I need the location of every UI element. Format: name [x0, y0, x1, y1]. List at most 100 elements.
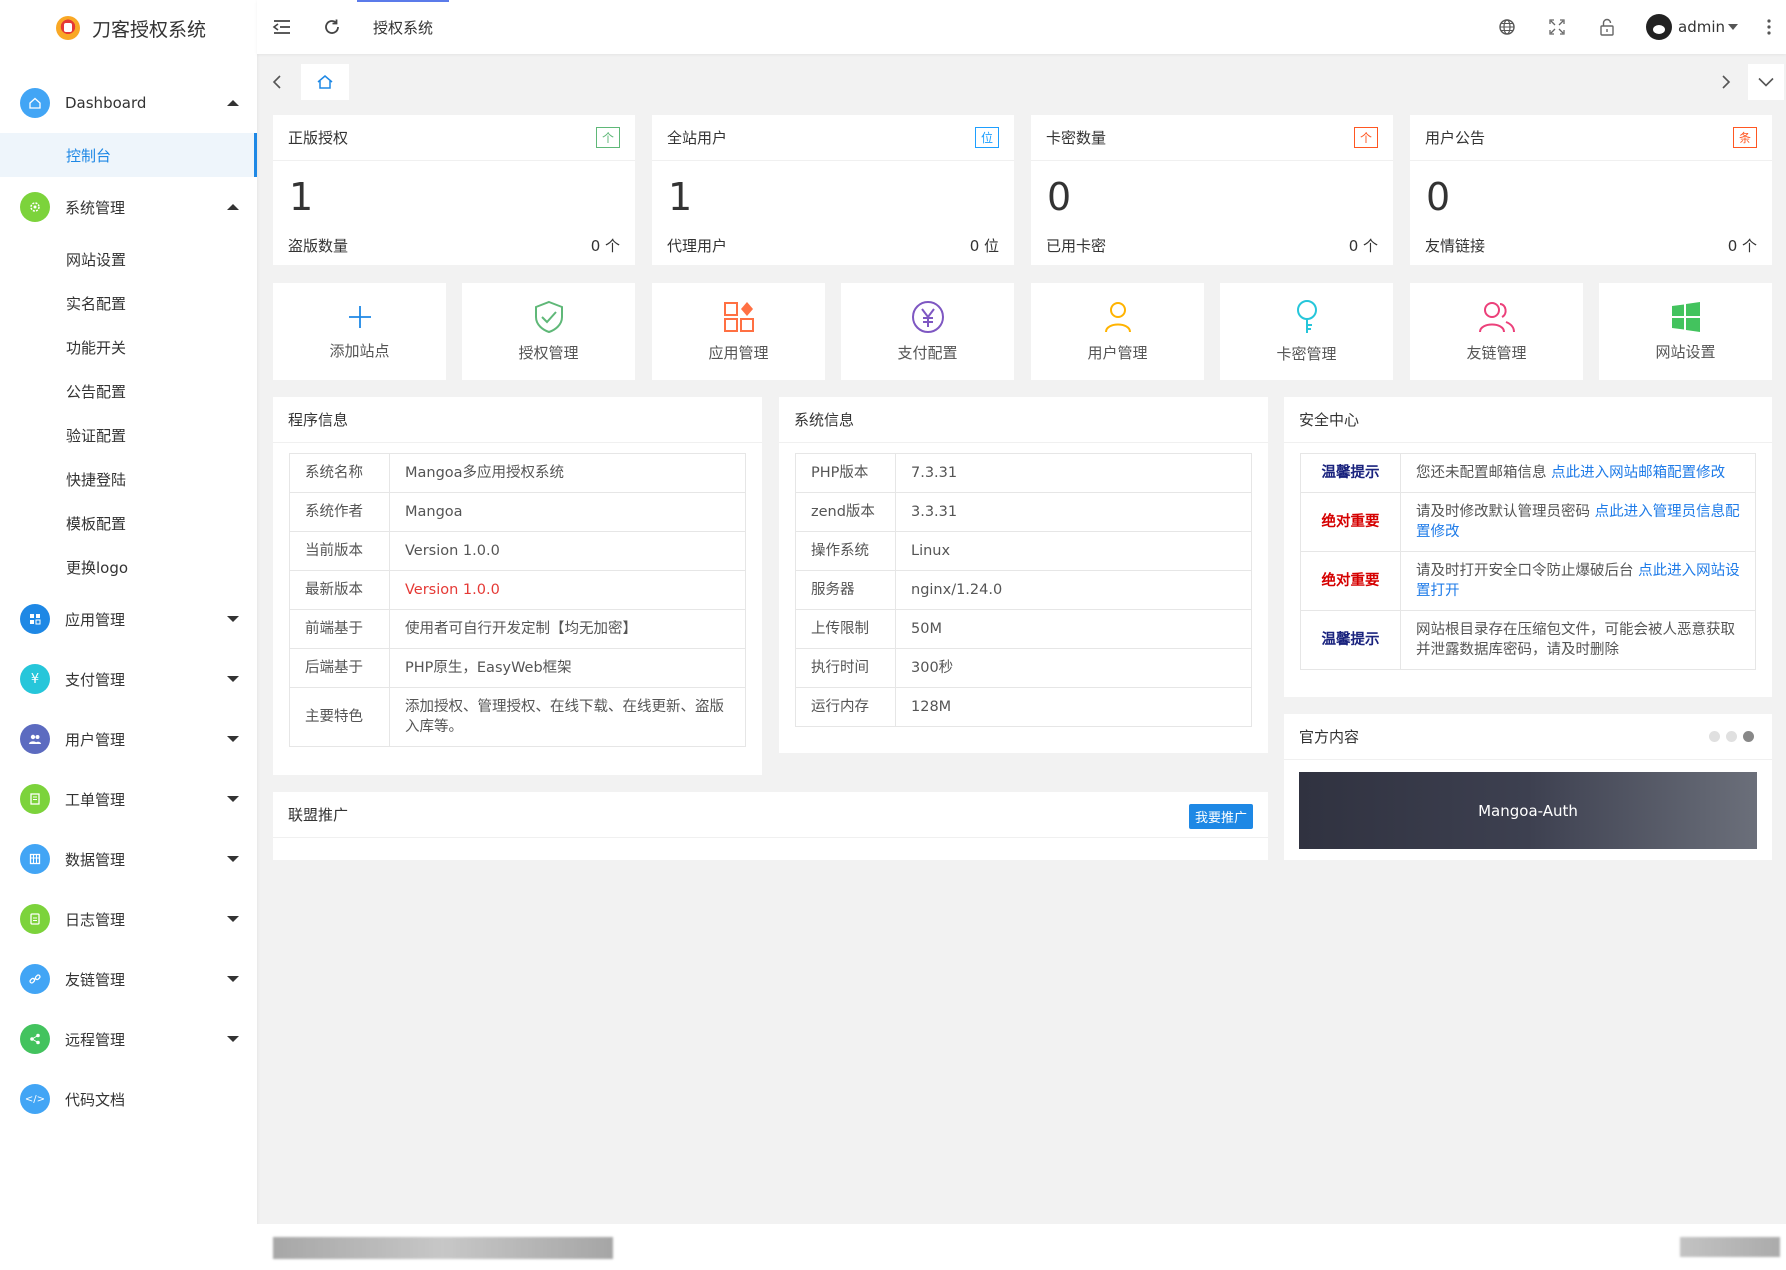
chevron-down-icon — [227, 796, 239, 802]
table-row: PHP版本 7.3.31 — [795, 453, 1252, 493]
stat-foot-label: 代理用户 — [667, 237, 728, 255]
link-icon — [20, 964, 50, 994]
row-key: 最新版本 — [289, 570, 390, 610]
quick-link-manage[interactable]: 友链管理 — [1410, 283, 1583, 380]
sidebar-subitem[interactable]: 实名配置 — [0, 281, 257, 325]
row-key: 服务器 — [795, 570, 896, 610]
stat-card-users: 全站用户 位 1 代理用户 0 位 — [652, 115, 1014, 265]
sidebar-item-data[interactable]: 数据管理 — [0, 829, 257, 889]
quick-payment-config[interactable]: 支付配置 — [841, 283, 1014, 380]
sidebar-subitem[interactable]: 功能开关 — [0, 325, 257, 369]
carousel-indicators — [1709, 731, 1754, 742]
user-menu[interactable]: admin — [1632, 14, 1752, 40]
sidebar-subitem[interactable]: 网站设置 — [0, 237, 257, 281]
carousel-dot[interactable] — [1709, 731, 1720, 742]
stat-title: 全站用户 — [667, 129, 728, 147]
sidebar-item-remote[interactable]: 远程管理 — [0, 1009, 257, 1069]
stat-value: 1 — [289, 175, 314, 219]
sidebar-item-docs[interactable]: </> 代码文档 — [0, 1069, 257, 1129]
row-key: 当前版本 — [289, 531, 390, 571]
tabs-scroll-right-icon[interactable] — [1706, 54, 1746, 109]
sidebar-item-system[interactable]: 系统管理 — [0, 177, 257, 237]
lock-icon[interactable] — [1582, 0, 1632, 54]
apps-icon — [723, 302, 754, 332]
quick-license-manage[interactable]: 授权管理 — [462, 283, 635, 380]
sidebar-subitem[interactable]: 更换logo — [0, 545, 257, 589]
stat-foot-value: 0 个 — [1348, 237, 1378, 255]
sidebar-item-users[interactable]: 用户管理 — [0, 709, 257, 769]
stat-title: 卡密数量 — [1046, 129, 1107, 147]
row-value: 添加授权、管理授权、在线下载、在线更新、盗版入库等。 — [389, 687, 746, 747]
more-vertical-icon[interactable] — [1752, 0, 1786, 54]
chevron-down-icon — [227, 1036, 239, 1042]
quick-label: 应用管理 — [708, 344, 769, 362]
quick-card-manage[interactable]: 卡密管理 — [1220, 283, 1393, 380]
tab-home[interactable] — [301, 63, 349, 100]
carousel-dot-active[interactable] — [1743, 731, 1754, 742]
sidebar-subitem[interactable]: 公告配置 — [0, 369, 257, 413]
table-row: 系统作者 Mangoa — [289, 492, 746, 532]
windows-icon — [1671, 302, 1700, 332]
shield-check-icon — [534, 300, 563, 334]
stat-value: 1 — [668, 175, 693, 219]
avatar — [1646, 14, 1672, 40]
quick-site-settings[interactable]: 网站设置 — [1599, 283, 1772, 380]
panel-title: 官方内容 — [1284, 714, 1772, 760]
security-center-panel: 安全中心 温馨提示 您还未配置邮箱信息 点此进入网站邮箱配置修改 绝对重要 请及时修… — [1284, 397, 1772, 697]
tab-current-page[interactable]: 授权系统 — [357, 0, 450, 54]
footer — [257, 1224, 1786, 1270]
sidebar-subitem-console[interactable]: 控制台 — [0, 133, 257, 177]
row-key: 运行内存 — [795, 687, 896, 727]
sidebar-subitem[interactable]: 模板配置 — [0, 501, 257, 545]
sidebar-subitem[interactable]: 验证配置 — [0, 413, 257, 457]
quick-user-manage[interactable]: 用户管理 — [1031, 283, 1204, 380]
sidebar-subitem[interactable]: 快捷登陆 — [0, 457, 257, 501]
refresh-icon[interactable] — [307, 0, 357, 54]
carousel-banner[interactable]: Mangoa-Auth — [1299, 772, 1757, 849]
stat-card-cards: 卡密数量 个 0 已用卡密 0 个 — [1031, 115, 1393, 265]
stat-badge: 位 — [974, 127, 999, 148]
app-logo[interactable]: 刀客授权系统 — [0, 0, 257, 56]
sidebar-item-tickets[interactable]: 工单管理 — [0, 769, 257, 829]
database-icon — [20, 844, 50, 874]
user-icon — [1104, 302, 1131, 333]
row-key: 主要特色 — [289, 687, 390, 747]
stat-foot-label: 友情链接 — [1425, 237, 1486, 255]
system-info-panel: 系统信息 PHP版本 7.3.31 zend版本 3.3.31 操作系统 Linux … — [779, 397, 1268, 753]
row-value: 使用者可自行开发定制【均无加密】 — [389, 609, 746, 649]
tabs-scroll-left-icon[interactable] — [257, 54, 297, 109]
collapse-menu-icon[interactable] — [257, 0, 307, 54]
row-value-latest-version: Version 1.0.0 — [389, 570, 746, 610]
tip-label: 温馨提示 — [1300, 610, 1401, 670]
quick-label: 授权管理 — [518, 344, 579, 362]
sidebar-item-label: 应用管理 — [65, 610, 126, 629]
fullscreen-icon[interactable] — [1532, 0, 1582, 54]
promote-button[interactable]: 我要推广 — [1188, 804, 1253, 829]
tip-text: 您还未配置邮箱信息 — [1416, 465, 1552, 481]
tip-label: 绝对重要 — [1300, 551, 1401, 611]
stat-card-notices: 用户公告 条 0 友情链接 0 个 — [1410, 115, 1772, 265]
stat-title: 正版授权 — [288, 129, 349, 147]
quick-add-site[interactable]: 添加站点 — [273, 283, 446, 380]
quick-app-manage[interactable]: 应用管理 — [652, 283, 825, 380]
row-value: Mangoa — [389, 492, 746, 532]
sidebar-item-payment[interactable]: ¥ 支付管理 — [0, 649, 257, 709]
carousel-dot[interactable] — [1726, 731, 1737, 742]
yen-icon — [911, 301, 944, 333]
quick-label: 友链管理 — [1466, 344, 1527, 362]
row-key: 后端基于 — [289, 648, 390, 688]
email-config-link[interactable]: 点此进入网站邮箱配置修改 — [1551, 465, 1725, 481]
tabs-dropdown-icon[interactable] — [1748, 64, 1784, 100]
row-key: 执行时间 — [795, 648, 896, 688]
stat-value: 0 — [1426, 175, 1451, 219]
sidebar-item-dashboard[interactable]: Dashboard — [0, 73, 257, 133]
table-row: 绝对重要 请及时打开安全口令防止爆破后台 点此进入网站设置打开 — [1300, 551, 1756, 611]
globe-icon[interactable] — [1482, 0, 1532, 54]
log-icon — [20, 904, 50, 934]
sidebar-item-apps[interactable]: 应用管理 — [0, 589, 257, 649]
sidebar-item-links[interactable]: 友链管理 — [0, 949, 257, 1009]
sidebar-item-logs[interactable]: 日志管理 — [0, 889, 257, 949]
chevron-down-icon — [227, 676, 239, 682]
username: admin — [1678, 18, 1725, 36]
quick-label: 用户管理 — [1087, 344, 1148, 362]
